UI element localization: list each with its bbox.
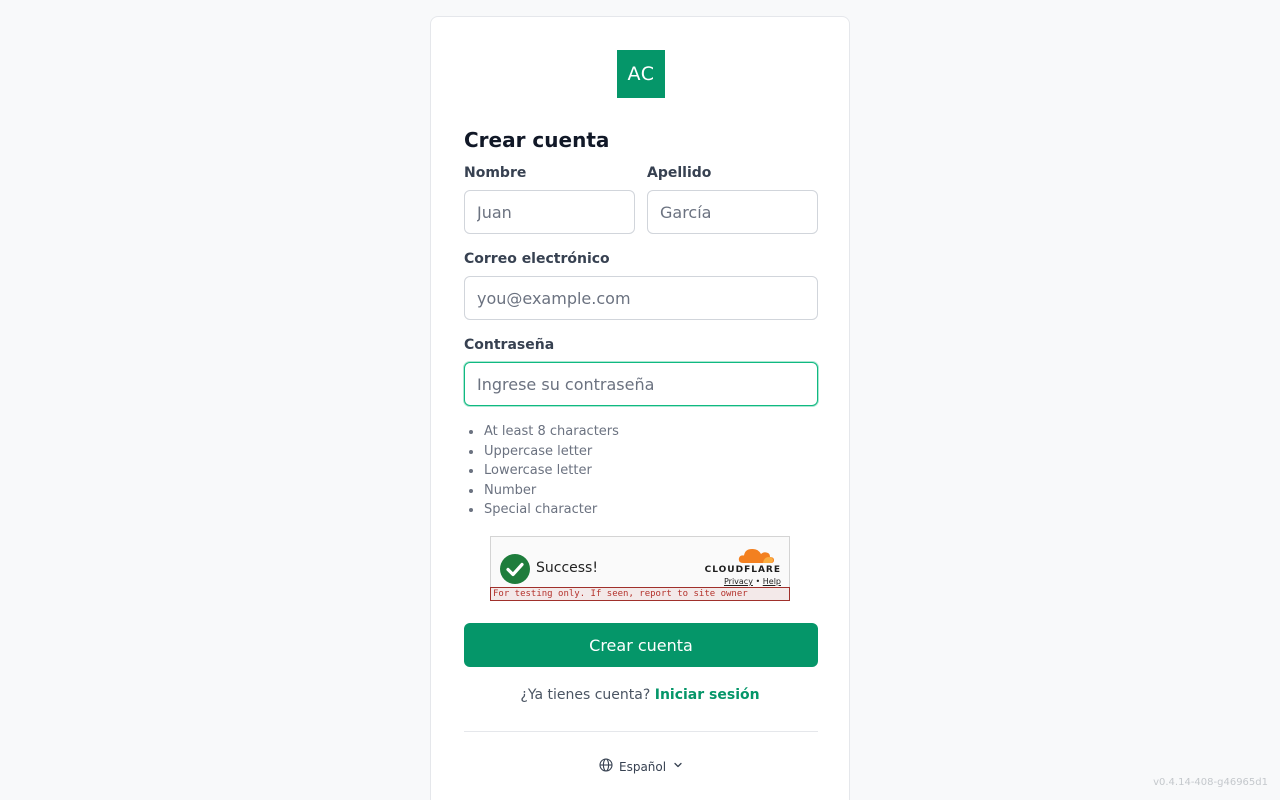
first-name-label: Nombre	[464, 165, 527, 181]
signin-link[interactable]: Iniciar sesión	[655, 687, 760, 703]
last-name-input[interactable]	[647, 190, 818, 234]
captcha-test-warning: For testing only. If seen, report to sit…	[490, 587, 790, 601]
requirement-item: Special character	[464, 500, 619, 520]
globe-icon	[599, 758, 613, 775]
signin-prompt: ¿Ya tienes cuenta? Iniciar sesión	[431, 687, 849, 703]
page-title: Crear cuenta	[464, 128, 610, 152]
language-selector[interactable]: Español	[599, 758, 684, 775]
requirement-item: Number	[464, 481, 619, 501]
last-name-label: Apellido	[647, 165, 712, 181]
help-link[interactable]: Help	[763, 577, 781, 586]
email-label: Correo electrónico	[464, 251, 610, 267]
checkmark-icon	[500, 554, 530, 584]
password-input[interactable]	[464, 362, 818, 406]
chevron-down-icon	[672, 759, 684, 774]
email-input[interactable]	[464, 276, 818, 320]
first-name-input[interactable]	[464, 190, 635, 234]
create-account-button[interactable]: Crear cuenta	[464, 623, 818, 667]
signup-card: AC Crear cuenta Nombre Apellido Correo e…	[430, 16, 850, 800]
version-label: v0.4.14-408-g46965d1	[1153, 777, 1268, 788]
cloud-icon	[737, 546, 775, 568]
requirement-item: At least 8 characters	[464, 422, 619, 442]
language-label: Español	[619, 759, 667, 774]
cloudflare-brand: CLOUDFLARE Privacy • Help	[705, 548, 781, 586]
link-separator: •	[755, 577, 761, 586]
app-logo: AC	[617, 50, 665, 98]
privacy-link[interactable]: Privacy	[724, 577, 753, 586]
captcha-status: Success!	[536, 560, 598, 576]
divider	[464, 731, 818, 732]
signin-prompt-text: ¿Ya tienes cuenta?	[520, 687, 651, 703]
captcha-widget[interactable]: Success! CLOUDFLARE Privacy • Help For t…	[490, 536, 790, 601]
requirement-item: Uppercase letter	[464, 442, 619, 462]
requirement-item: Lowercase letter	[464, 461, 619, 481]
password-label: Contraseña	[464, 337, 555, 353]
password-requirements: At least 8 characters Uppercase letter L…	[464, 422, 619, 520]
